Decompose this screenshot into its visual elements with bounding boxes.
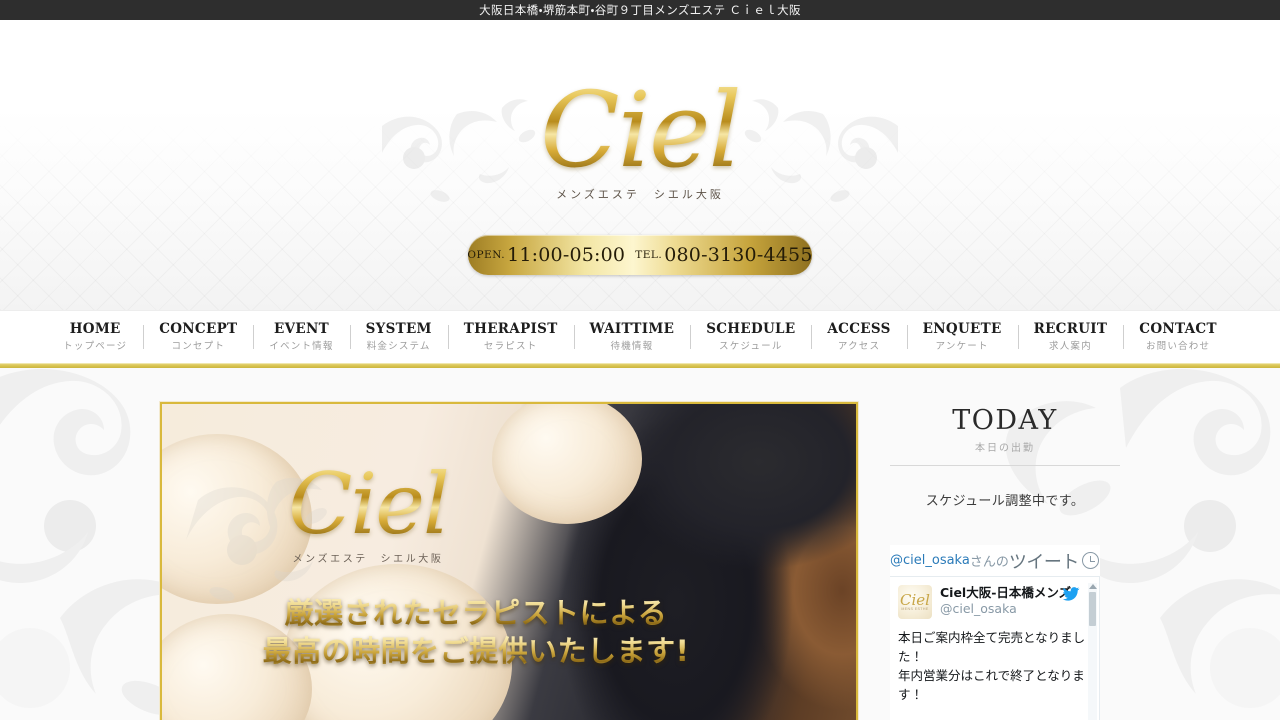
nav-item-contact[interactable]: CONTACT お問い合わせ bbox=[1123, 321, 1233, 353]
nav-item-label-en: EVENT bbox=[274, 321, 329, 337]
logo-wordmark: Ciel bbox=[0, 78, 1280, 182]
scroll-up-arrow-icon[interactable] bbox=[1088, 584, 1097, 589]
today-divider bbox=[890, 465, 1120, 466]
nav-item-label-ja: アクセス bbox=[837, 341, 881, 352]
tweet-author-names: Ciel大阪-日本橋メンズ @ciel_osaka bbox=[940, 585, 1071, 617]
content-columns: Ciel メンズエステ シエル大阪 厳選されたセラピストによる 最高の時間をご提… bbox=[159, 368, 1120, 720]
tweet-author: Ciel MENS ESTHE Ciel大阪-日本橋メンズ @ciel_osak… bbox=[898, 585, 1089, 619]
avatar[interactable]: Ciel MENS ESTHE bbox=[898, 585, 932, 619]
open-label: OPEN. bbox=[467, 249, 506, 261]
twitter-header-rest: さんの bbox=[969, 555, 1009, 570]
nav-item-recruit[interactable]: RECRUIT 求人案内 bbox=[1018, 321, 1124, 353]
site-logo[interactable]: Ciel メンズエステ シエル大阪 bbox=[0, 78, 1280, 202]
sidebar: TODAY 本日の出勤 スケジュール調整中です。 @ciel_osaka さんの… bbox=[890, 402, 1120, 720]
hero-tagline: 厳選されたセラピストによる 最高の時間をご提供いたします! bbox=[176, 594, 776, 670]
nav-item-schedule[interactable]: SCHEDULE スケジュール bbox=[690, 321, 811, 353]
today-subtitle: 本日の出勤 bbox=[975, 443, 1035, 454]
hero-tagline-line1: 厳選されたセラピストによる bbox=[176, 594, 776, 632]
main-content: Ciel メンズエステ シエル大阪 厳選されたセラピストによる 最高の時間をご提… bbox=[0, 368, 1280, 720]
nav-item-label-ja: スケジュール bbox=[719, 341, 783, 352]
twitter-header-label: ツイート bbox=[1008, 551, 1080, 573]
hero-logo-wordmark: Ciel bbox=[188, 462, 548, 546]
tel-number[interactable]: 080-3130-4455 bbox=[664, 244, 812, 266]
nav-item-system[interactable]: SYSTEM 料金システム bbox=[350, 321, 448, 353]
today-title: TODAY bbox=[952, 405, 1058, 436]
twitter-widget: @ciel_osaka さんの ツイート Ciel MENS ESTHE Cie… bbox=[890, 545, 1100, 720]
tweet-author-handle[interactable]: @ciel_osaka bbox=[940, 601, 1071, 617]
nav-item-home[interactable]: HOME トップページ bbox=[47, 321, 143, 353]
nav-item-label-en: ACCESS bbox=[827, 321, 891, 337]
nav-item-label-ja: 待機情報 bbox=[610, 341, 654, 352]
nav-item-label-en: ENQUETE bbox=[922, 321, 1002, 337]
nav-item-label-ja: コンセプト bbox=[171, 341, 226, 352]
avatar-wordmark: Ciel bbox=[900, 591, 930, 609]
nav-item-label-ja: 料金システム bbox=[366, 341, 431, 352]
nav-item-event[interactable]: EVENT イベント情報 bbox=[253, 321, 349, 353]
tweet-text: 本日ご案内枠全て完売となりました！ 年内営業分はこれで終了となります！ 本年は多… bbox=[898, 630, 1086, 702]
nav-item-label-ja: トップページ bbox=[63, 341, 128, 352]
nav-item-label-en: CONCEPT bbox=[159, 321, 238, 337]
nav-item-label-ja: イベント情報 bbox=[269, 341, 334, 352]
twitter-bird-icon bbox=[1062, 587, 1080, 601]
site-header: Ciel メンズエステ シエル大阪 OPEN. 11:00-05:00 TEL.… bbox=[0, 20, 1280, 310]
nav-item-label-ja: お問い合わせ bbox=[1145, 341, 1211, 352]
nav-item-label-en: SCHEDULE bbox=[706, 321, 796, 337]
nav-item-label-en: RECRUIT bbox=[1033, 321, 1108, 337]
twitter-header-handle[interactable]: @ciel_osaka bbox=[890, 553, 970, 568]
nav-item-label-ja: セラピスト bbox=[483, 341, 538, 352]
scrollbar-thumb[interactable] bbox=[1089, 592, 1096, 626]
nav-item-label-ja: アンケート bbox=[935, 341, 989, 352]
nav-item-enquete[interactable]: ENQUETE アンケート bbox=[907, 321, 1018, 353]
nav-list: HOME トップページ CONCEPT コンセプト EVENT イベント情報 SYSTEM 料… bbox=[0, 311, 1280, 363]
hero-tagline-line2: 最高の時間をご提供いたします! bbox=[176, 632, 776, 670]
twitter-timeline: Ciel MENS ESTHE Ciel大阪-日本橋メンズ @ciel_osak… bbox=[890, 577, 1100, 720]
tweet-author-name[interactable]: Ciel大阪-日本橋メンズ bbox=[940, 585, 1071, 601]
open-hours-tel-banner: OPEN. 11:00-05:00 TEL. 080-3130-4455 bbox=[467, 235, 812, 275]
page-root: 大阪日本橋・堺筋本町・谷町９丁目メンズエステ Ｃｉｅｌ大阪 Ciel メンズエス… bbox=[0, 0, 1280, 720]
nav-item-label-en: SYSTEM bbox=[365, 321, 432, 337]
open-hours: 11:00-05:00 bbox=[507, 244, 626, 266]
nav-item-access[interactable]: ACCESS アクセス bbox=[811, 321, 906, 353]
nav-item-waittime[interactable]: WAITTIME 待機情報 bbox=[574, 321, 691, 353]
site-title-bar: 大阪日本橋・堺筋本町・谷町９丁目メンズエステ Ｃｉｅｌ大阪 bbox=[0, 0, 1280, 20]
avatar-subtext: MENS ESTHE bbox=[901, 607, 929, 611]
twitter-widget-header[interactable]: @ciel_osaka さんの ツイート bbox=[890, 545, 1100, 577]
timeline-scrollbar[interactable] bbox=[1088, 583, 1097, 720]
hero-logo: Ciel メンズエステ シエル大阪 bbox=[188, 462, 548, 565]
hero-banner[interactable]: Ciel メンズエステ シエル大阪 厳選されたセラピストによる 最高の時間をご提… bbox=[159, 401, 859, 720]
nav-item-concept[interactable]: CONCEPT コンセプト bbox=[143, 321, 253, 353]
clock-icon bbox=[1081, 552, 1099, 569]
nav-item-label-en: CONTACT bbox=[1139, 321, 1217, 337]
nav-item-label-en: WAITTIME bbox=[589, 321, 675, 337]
nav-item-label-ja: 求人案内 bbox=[1049, 341, 1092, 352]
nav-item-label-en: THERAPIST bbox=[463, 321, 558, 337]
nav-item-label-en: HOME bbox=[69, 321, 121, 337]
nav-item-therapist[interactable]: THERAPIST セラピスト bbox=[448, 321, 574, 353]
main-navigation: HOME トップページ CONCEPT コンセプト EVENT イベント情報 SYSTEM 料… bbox=[0, 310, 1280, 369]
today-message: スケジュール調整中です。 bbox=[925, 494, 1085, 509]
tel-label: TEL. bbox=[635, 249, 663, 261]
